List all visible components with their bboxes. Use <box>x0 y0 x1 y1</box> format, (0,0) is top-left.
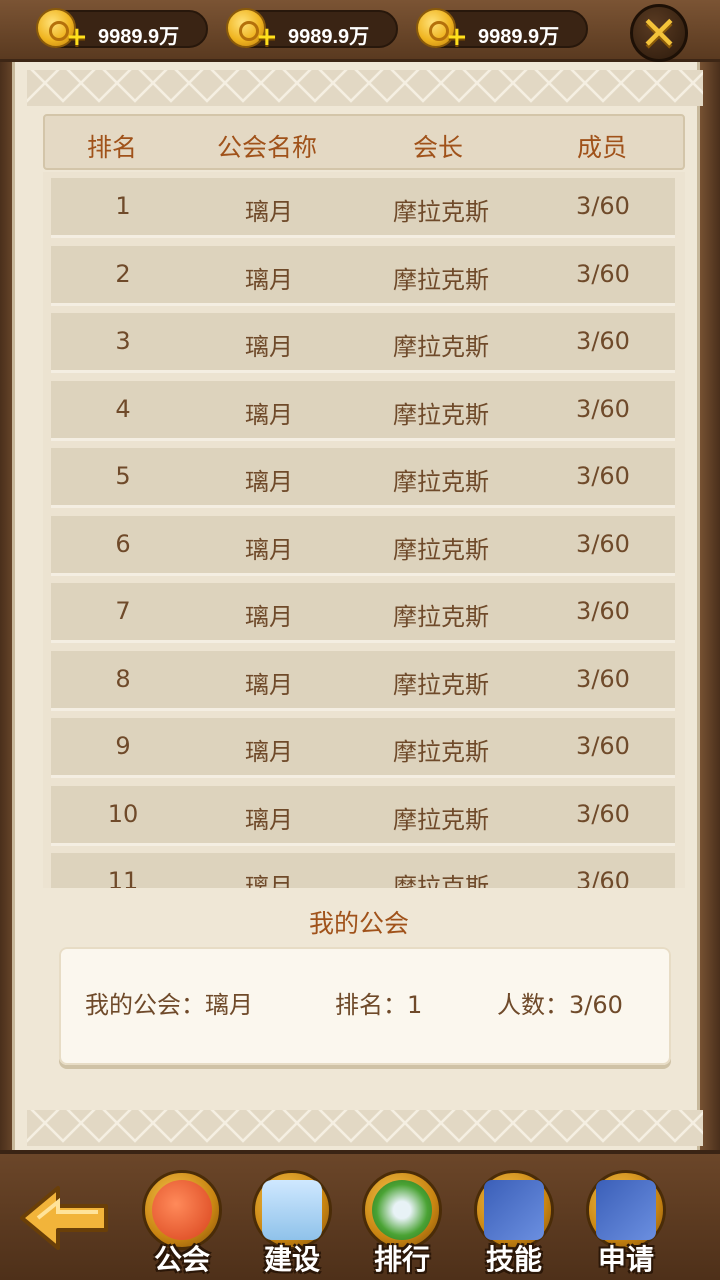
nav-label: 公会 <box>153 1243 210 1276</box>
leader-cell: 摩拉克斯 <box>393 198 489 226</box>
currency-value: 9989.9万 <box>98 26 180 48</box>
guild-name-cell: 璃月 <box>245 873 293 888</box>
members-cell: 3/60 <box>576 395 630 423</box>
my-guild-member-count: 人数：3/60 <box>497 991 623 1019</box>
skill-book-icon <box>484 1180 544 1240</box>
nav-rank-button[interactable]: 排行 <box>354 1170 450 1280</box>
guild-name-cell: 璃月 <box>245 671 293 699</box>
rank-cell: 2 <box>115 260 131 288</box>
guild-name-cell: 璃月 <box>245 536 293 564</box>
rank-cell: 10 <box>107 800 139 828</box>
currency-bar: + 9989.9万 + 9989.9万 + 9989.9万 ✕ <box>0 0 720 62</box>
guild-ranking-list[interactable]: 1 璃月 摩拉克斯 3/60 2 璃月 摩拉克斯 3/60 3 璃月 摩拉克斯 … <box>43 172 685 888</box>
header-rank: 排名 <box>87 133 138 162</box>
rank-cell: 6 <box>115 530 131 558</box>
leader-cell: 摩拉克斯 <box>393 266 489 294</box>
guild-name-cell: 璃月 <box>245 738 293 766</box>
guild-name-cell: 璃月 <box>245 806 293 834</box>
guild-name-cell: 璃月 <box>245 266 293 294</box>
leader-cell: 摩拉克斯 <box>393 468 489 496</box>
members-cell: 3/60 <box>576 327 630 355</box>
decorative-border-bottom <box>27 1110 703 1146</box>
my-guild-card: 我的公会：璃月 排名：1 人数：3/60 <box>59 947 671 1065</box>
leader-cell: 摩拉克斯 <box>393 671 489 699</box>
leader-cell: 摩拉克斯 <box>393 401 489 429</box>
guild-name-cell: 璃月 <box>245 401 293 429</box>
guild-name-cell: 璃月 <box>245 603 293 631</box>
nav-guild-button[interactable]: 公会 <box>134 1170 230 1280</box>
currency-slot-3[interactable]: + 9989.9万 <box>416 8 588 50</box>
plus-icon[interactable]: + <box>66 24 88 50</box>
leader-cell: 摩拉克斯 <box>393 738 489 766</box>
nav-build-button[interactable]: 建设 <box>244 1170 340 1280</box>
nav-skill-button[interactable]: 技能 <box>466 1170 562 1280</box>
rank-cell: 3 <box>115 327 131 355</box>
leader-cell: 摩拉克斯 <box>393 806 489 834</box>
currency-slot-2[interactable]: + 9989.9万 <box>226 8 398 50</box>
members-cell: 3/60 <box>576 260 630 288</box>
members-cell: 3/60 <box>576 800 630 828</box>
table-row[interactable]: 11 璃月 摩拉克斯 3/60 <box>51 853 675 888</box>
members-cell: 3/60 <box>576 597 630 625</box>
rank-cell: 4 <box>115 395 131 423</box>
table-row[interactable]: 3 璃月 摩拉克斯 3/60 <box>51 313 675 373</box>
bottom-nav: 公会 建设 排行 技能 申请 <box>0 1150 720 1280</box>
header-members: 成员 <box>577 133 628 162</box>
table-row[interactable]: 10 璃月 摩拉克斯 3/60 <box>51 786 675 846</box>
plus-icon[interactable]: + <box>446 24 468 50</box>
members-cell: 3/60 <box>576 530 630 558</box>
table-row[interactable]: 7 璃月 摩拉克斯 3/60 <box>51 583 675 643</box>
nav-label: 技能 <box>485 1243 542 1276</box>
currency-value: 9989.9万 <box>478 26 560 48</box>
table-row[interactable]: 4 璃月 摩拉克斯 3/60 <box>51 381 675 441</box>
guild-name-cell: 璃月 <box>245 198 293 226</box>
leader-cell: 摩拉克斯 <box>393 333 489 361</box>
rank-cell: 5 <box>115 462 131 490</box>
table-row[interactable]: 2 璃月 摩拉克斯 3/60 <box>51 246 675 306</box>
members-cell: 3/60 <box>576 462 630 490</box>
guild-name-cell: 璃月 <box>245 468 293 496</box>
nav-label: 申请 <box>597 1243 654 1276</box>
my-guild-rank: 排名：1 <box>335 991 423 1019</box>
members-cell: 3/60 <box>576 192 630 220</box>
table-header: 排名 公会名称 会长 成员 <box>43 114 685 170</box>
header-guild-name: 公会名称 <box>217 133 318 162</box>
rank-cell: 9 <box>115 732 131 760</box>
rank-cell: 7 <box>115 597 131 625</box>
guild-name-cell: 璃月 <box>245 333 293 361</box>
rank-cell: 1 <box>115 192 131 220</box>
table-row[interactable]: 5 璃月 摩拉克斯 3/60 <box>51 448 675 508</box>
currency-slot-1[interactable]: + 9989.9万 <box>36 8 208 50</box>
nav-label: 建设 <box>263 1243 320 1276</box>
game-screen: + 9989.9万 + 9989.9万 + 9989.9万 ✕ 排名 公会名称 … <box>0 0 720 1280</box>
nav-label: 排行 <box>373 1243 430 1276</box>
book-notepad-icon <box>262 1180 322 1240</box>
back-arrow-icon[interactable] <box>18 1182 110 1254</box>
nav-apply-button[interactable]: 申请 <box>578 1170 674 1280</box>
leader-cell: 摩拉克斯 <box>393 603 489 631</box>
table-row[interactable]: 8 璃月 摩拉克斯 3/60 <box>51 651 675 711</box>
dragon-icon <box>152 1180 212 1240</box>
members-cell: 3/60 <box>576 867 630 888</box>
members-cell: 3/60 <box>576 732 630 760</box>
decorative-border-top <box>27 70 703 106</box>
leader-cell: 摩拉克斯 <box>393 873 489 888</box>
members-cell: 3/60 <box>576 665 630 693</box>
close-icon[interactable]: ✕ <box>630 4 688 62</box>
leader-cell: 摩拉克斯 <box>393 536 489 564</box>
table-row[interactable]: 9 璃月 摩拉克斯 3/60 <box>51 718 675 778</box>
currency-value: 9989.9万 <box>288 26 370 48</box>
rank-cell: 11 <box>107 867 139 888</box>
sword-laurel-icon <box>372 1180 432 1240</box>
table-row[interactable]: 1 璃月 摩拉克斯 3/60 <box>51 178 675 238</box>
rank-cell: 8 <box>115 665 131 693</box>
my-guild-name: 我的公会：璃月 <box>85 991 253 1019</box>
ranking-panel: 排名 公会名称 会长 成员 1 璃月 摩拉克斯 3/60 2 璃月 摩拉克斯 3… <box>12 62 703 1150</box>
header-leader: 会长 <box>413 133 464 162</box>
plus-icon[interactable]: + <box>256 24 278 50</box>
my-guild-title: 我的公会 <box>308 909 409 938</box>
table-row[interactable]: 6 璃月 摩拉克斯 3/60 <box>51 516 675 576</box>
apply-book-icon <box>596 1180 656 1240</box>
